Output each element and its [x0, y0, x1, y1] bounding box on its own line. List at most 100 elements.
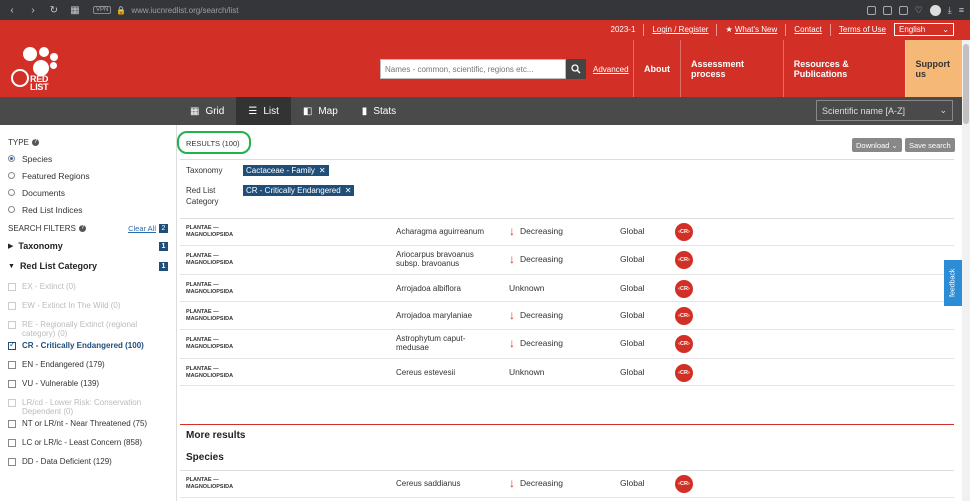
grid-icon[interactable]: ▦	[69, 5, 81, 16]
profile-avatar[interactable]	[929, 4, 941, 16]
category-option[interactable]: DD - Data Deficient (129)	[8, 454, 168, 473]
type-option-featured-regions[interactable]: Featured Regions	[8, 167, 168, 184]
screenshot-icon[interactable]	[866, 5, 876, 15]
trend-label: Decreasing	[520, 478, 563, 488]
menu-icon[interactable]: ≡	[959, 5, 964, 15]
nav-assessment-process[interactable]: Assessment process	[680, 40, 783, 97]
nav-about[interactable]: About	[633, 40, 680, 97]
table-row[interactable]: PLANTAE — MAGNOLIOPSIDA Cereus estevesii Un…	[180, 359, 954, 386]
population-trend: ↓ Decreasing	[509, 477, 563, 489]
page-scrollbar[interactable]	[962, 40, 970, 501]
red-list-category-section-toggle[interactable]: ▼ Red List Category 1	[8, 256, 168, 276]
type-option-red-list-indices[interactable]: Red List Indices	[8, 201, 168, 218]
help-icon[interactable]: ?	[78, 225, 86, 232]
feedback-tab[interactable]: feedback	[944, 260, 962, 306]
trend-label: Decreasing	[520, 226, 563, 236]
contact-link[interactable]: Contact	[794, 25, 822, 34]
whats-new-link[interactable]: What's New	[735, 25, 777, 34]
chevron-down-icon: ⌄	[942, 25, 949, 34]
close-icon[interactable]: ✕	[319, 166, 326, 175]
type-option-documents[interactable]: Documents	[8, 184, 168, 201]
scientific-name[interactable]: Astrophytum caput-medusae	[396, 334, 496, 352]
checkbox[interactable]	[8, 420, 16, 428]
caret-down-icon: ▼	[8, 262, 15, 270]
checkbox[interactable]	[8, 361, 16, 369]
scientific-name[interactable]: Arrojadoa albiflora	[396, 284, 496, 293]
category-option[interactable]: CR - Critically Endangered (100)	[8, 338, 168, 357]
search-input[interactable]	[380, 59, 566, 79]
scientific-name[interactable]: Arrojadoa marylaniae	[396, 311, 496, 320]
camera-icon[interactable]	[882, 5, 892, 15]
search-button[interactable]	[566, 59, 586, 79]
language-select[interactable]: English ⌄	[894, 23, 954, 36]
class-label: MAGNOLIOPSIDA	[186, 288, 234, 295]
login-register-link[interactable]: Login / Register	[652, 25, 708, 34]
radio[interactable]	[8, 172, 15, 179]
radio-selected[interactable]	[8, 155, 15, 162]
shield-icon[interactable]	[898, 5, 908, 15]
checkbox-checked[interactable]	[8, 340, 16, 350]
heart-icon[interactable]: ♡	[915, 5, 923, 16]
type-option-label: Documents	[22, 187, 65, 198]
category-option[interactable]: NT or LR/nt - Near Threatened (75)	[8, 416, 168, 435]
vpn-badge[interactable]: VPN	[93, 6, 112, 14]
nav-support-us[interactable]: Support us	[904, 40, 970, 97]
table-row[interactable]: PLANTAE — MAGNOLIOPSIDA Acharagma aguirrea…	[180, 218, 954, 246]
help-icon[interactable]: ?	[31, 139, 39, 146]
terms-link[interactable]: Terms of Use	[839, 25, 886, 34]
radio[interactable]	[8, 206, 15, 213]
tab-list[interactable]: ☰ List	[236, 97, 291, 125]
checkbox[interactable]	[8, 380, 16, 388]
category-code: CR	[680, 481, 688, 487]
category-option[interactable]: EN - Endangered (179)	[8, 357, 168, 376]
divider	[180, 159, 954, 160]
taxonomy-filter-chip[interactable]: Cactaceae - Family ✕	[243, 165, 329, 176]
sort-select[interactable]: Scientific name [A-Z] ⌄	[816, 100, 953, 121]
type-option-species[interactable]: Species	[8, 150, 168, 167]
download-button[interactable]: Download ⌄	[852, 138, 902, 152]
scientific-name[interactable]: Cereus saddianus	[396, 479, 496, 488]
nav-resources-publications[interactable]: Resources & Publications	[782, 40, 905, 97]
save-search-label: Save search	[909, 140, 951, 150]
scientific-name[interactable]: Ariocarpus bravoanus subsp. bravoanus	[396, 250, 496, 268]
close-icon[interactable]: ✕	[345, 186, 352, 195]
scope: Global	[620, 226, 645, 236]
download-icon[interactable]: ⤓	[948, 5, 952, 16]
table-row[interactable]: PLANTAE — MAGNOLIOPSIDA Cereus saddianus ↓ D…	[180, 470, 954, 498]
rlc-filter-chip[interactable]: CR - Critically Endangered ✕	[243, 185, 355, 196]
whats-new-item[interactable]: ★ What's New	[725, 25, 777, 34]
table-row[interactable]: PLANTAE — MAGNOLIOPSIDA Arrojadoa marylani…	[180, 302, 954, 330]
back-icon[interactable]: ‹	[6, 5, 18, 16]
reload-icon[interactable]: ↻	[48, 5, 60, 16]
address-bar[interactable]: VPN 🔒 www.iucnredlist.org/search/list	[93, 6, 238, 15]
save-search-button[interactable]: Save search	[905, 138, 955, 152]
forward-icon[interactable]: ›	[27, 5, 39, 16]
search-box	[380, 59, 586, 79]
category-option[interactable]: LC or LR/lc - Least Concern (858)	[8, 435, 168, 454]
tab-grid[interactable]: ▦ Grid	[178, 97, 236, 125]
url-text[interactable]: www.iucnredlist.org/search/list	[131, 6, 238, 15]
advanced-search-link[interactable]: Advanced	[593, 65, 629, 74]
radio[interactable]	[8, 189, 15, 196]
bar-chart-icon: ▮	[361, 105, 368, 117]
category-code: CR	[680, 257, 688, 263]
iucn-red-list-logo[interactable]: RED LIST	[9, 47, 59, 92]
chip-label: CR - Critically Endangered	[246, 186, 341, 195]
checkbox[interactable]	[8, 458, 16, 466]
tab-map[interactable]: ◧ Map	[291, 97, 350, 125]
scientific-name[interactable]: Acharagma aguirreanum	[396, 227, 496, 236]
taxonomy-section-toggle[interactable]: ▶ Taxonomy 1	[8, 236, 168, 256]
category-option[interactable]: VU - Vulnerable (139)	[8, 376, 168, 395]
table-row[interactable]: PLANTAE — MAGNOLIOPSIDA Arrojadoa albiflor…	[180, 275, 954, 302]
scientific-name[interactable]: Cereus estevesii	[396, 368, 496, 377]
taxonomy-count-badge: 1	[159, 241, 168, 251]
category-option: RE - Regionally Extinct (regional catego…	[8, 317, 168, 338]
table-row[interactable]: PLANTAE — MAGNOLIOPSIDA Astrophytum caput-…	[180, 330, 954, 359]
category-badge-icon: ‹ CR ›	[675, 364, 693, 382]
table-row[interactable]: PLANTAE — MAGNOLIOPSIDA Ariocarpus bravoan…	[180, 246, 954, 275]
checkbox[interactable]	[8, 439, 16, 447]
logo-text: RED LIST	[30, 75, 49, 92]
clear-all-link[interactable]: Clear All	[128, 224, 156, 233]
tab-stats[interactable]: ▮ Stats	[350, 97, 408, 125]
scrollbar-thumb[interactable]	[963, 44, 969, 124]
